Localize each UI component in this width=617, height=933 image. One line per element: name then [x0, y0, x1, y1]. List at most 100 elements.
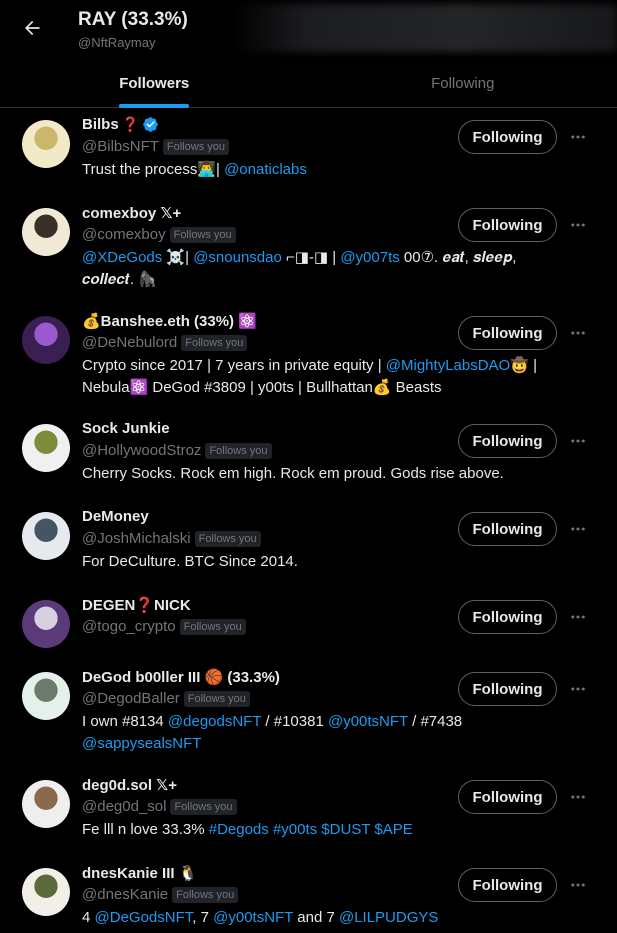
user-row[interactable]: deg0d.sol 𝕏+ @deg0d_sol Follows you Fe lll … [0, 776, 617, 866]
user-name-text: deg0d.sol 𝕏+ [82, 777, 178, 794]
tab-followers[interactable]: Followers [0, 58, 309, 108]
user-name-text: dnesKanie III 🐧 [82, 865, 198, 882]
avatar[interactable] [22, 672, 70, 720]
avatar[interactable] [22, 208, 70, 256]
more-options-icon[interactable] [568, 679, 588, 699]
tab-bar: Followers Following [0, 58, 617, 108]
avatar[interactable] [22, 780, 70, 828]
following-button[interactable]: Following [458, 868, 557, 902]
following-button[interactable]: Following [458, 512, 557, 546]
avatar[interactable] [22, 512, 70, 560]
bio-text: For DeCulture. BTC Since 2014. [82, 553, 298, 570]
user-handle-line: @togo_crypto Follows you [82, 618, 246, 635]
bio-link[interactable]: @degodsNFT [168, 713, 261, 730]
user-handle[interactable]: @deg0d_sol [82, 798, 166, 815]
user-row[interactable]: DeGod b00ller III 🏀 (33.3%) @DegodBaller F… [0, 668, 617, 758]
user-handle-line: @deg0d_sol Follows you [82, 798, 237, 815]
user-name[interactable]: DeMoney [82, 508, 149, 525]
user-bio: 4 @DeGodsNFT, 7 @y00tsNFT and 7 @LILPUDG… [82, 907, 552, 929]
user-handle-line: @HollywoodStroz Follows you [82, 442, 272, 459]
profile-title: RAY (33.3%) [78, 9, 188, 30]
user-row[interactable]: comexboy 𝕏+ @comexboy Follows you @XDeGods … [0, 204, 617, 294]
bio-link[interactable]: #Degods [209, 821, 269, 838]
follows-you-badge: Follows you [183, 690, 250, 707]
user-name-text: DeMoney [82, 508, 149, 525]
bio-link[interactable]: @sappysealsNFT [82, 735, 201, 752]
following-button[interactable]: Following [458, 208, 557, 242]
avatar[interactable] [22, 316, 70, 364]
bio-text: ☠️| [162, 249, 194, 266]
user-handle[interactable]: @BilbsNFT [82, 138, 159, 155]
bio-text: and 7 [293, 909, 339, 926]
avatar[interactable] [22, 868, 70, 916]
more-options-icon[interactable] [568, 875, 588, 895]
bio-text: Trust the process👨‍💻| [82, 161, 225, 178]
bio-link[interactable]: $DUST [321, 821, 370, 838]
more-options-icon[interactable] [568, 787, 588, 807]
bio-text: Cherry Socks. Rock em high. Rock em prou… [82, 465, 504, 482]
user-bio: I own #8134 @degodsNFT / #10381 @y00tsNF… [82, 711, 552, 755]
user-handle[interactable]: @togo_crypto [82, 618, 176, 635]
bio-text: 4 [82, 909, 95, 926]
follows-you-badge: Follows you [194, 530, 261, 547]
more-options-icon[interactable] [568, 431, 588, 451]
more-options-icon[interactable] [568, 519, 588, 539]
user-name[interactable]: comexboy 𝕏+ [82, 204, 181, 222]
user-name[interactable]: dnesKanie III 🐧 [82, 864, 197, 882]
bio-link[interactable]: #y00ts [273, 821, 317, 838]
user-row[interactable]: 💰Banshee.eth (33%) ⚛️ @DeNebulord Follows … [0, 312, 617, 402]
user-name[interactable]: DeGod b00ller III 🏀 (33.3%) [82, 668, 280, 686]
user-row[interactable]: dnesKanie III 🐧 @dnesKanie Follows you 4 @D… [0, 864, 617, 933]
avatar[interactable] [22, 424, 70, 472]
user-row[interactable]: Bilbs ❓ @BilbsNFT Follows you Trust the proc… [0, 116, 617, 206]
bio-link[interactable]: @MightyLabsDAO [386, 357, 510, 374]
user-name-text: DeGod b00ller III 🏀 (33.3%) [82, 669, 280, 686]
name-suffix: ❓ [121, 116, 140, 132]
following-button[interactable]: Following [458, 316, 557, 350]
bio-link[interactable]: @DeGodsNFT [95, 909, 193, 926]
bio-link[interactable]: @LILPUDGYS [339, 909, 438, 926]
bio-text: , 7 [192, 909, 214, 926]
following-button[interactable]: Following [458, 120, 557, 154]
user-handle[interactable]: @dnesKanie [82, 886, 168, 903]
avatar[interactable] [22, 120, 70, 168]
user-handle[interactable]: @comexboy [82, 226, 166, 243]
tab-following[interactable]: Following [309, 58, 617, 108]
bio-link[interactable]: @snounsdao [193, 249, 282, 266]
user-name[interactable]: DEGEN❓NICK [82, 596, 191, 614]
user-row[interactable]: Sock Junkie @HollywoodStroz Follows you Che… [0, 420, 617, 510]
profile-handle: @NftRaymay [78, 35, 156, 50]
following-button[interactable]: Following [458, 672, 557, 706]
bio-link[interactable]: $APE [374, 821, 412, 838]
follows-you-badge: Follows you [205, 442, 272, 459]
bio-text: ⌐◨-◨ | [281, 249, 341, 266]
bio-link[interactable]: @y00tsNFT [213, 909, 293, 926]
avatar[interactable] [22, 600, 70, 648]
user-row[interactable]: DeMoney @JoshMichalski Follows you For DeCu… [0, 508, 617, 598]
follows-you-badge: Follows you [162, 138, 229, 155]
following-button[interactable]: Following [458, 780, 557, 814]
following-button[interactable]: Following [458, 600, 557, 634]
user-handle[interactable]: @JoshMichalski [82, 530, 191, 547]
bio-link[interactable]: @y00tsNFT [328, 713, 408, 730]
following-button[interactable]: Following [458, 424, 557, 458]
user-handle[interactable]: @DeNebulord [82, 334, 177, 351]
more-options-icon[interactable] [568, 607, 588, 627]
profile-header: RAY (33.3%) @NftRaymay Followers Followi… [0, 0, 617, 108]
back-arrow-icon[interactable] [18, 14, 46, 42]
bio-link[interactable]: @XDeGods [82, 249, 162, 266]
user-name-text: 💰Banshee.eth (33%) ⚛️ [82, 313, 257, 330]
more-options-icon[interactable] [568, 323, 588, 343]
more-options-icon[interactable] [568, 215, 588, 235]
more-options-icon[interactable] [568, 127, 588, 147]
user-name[interactable]: Bilbs ❓ [82, 116, 159, 133]
user-name[interactable]: deg0d.sol 𝕏+ [82, 776, 177, 794]
bio-link[interactable]: @onaticlabs [224, 161, 307, 178]
bio-text: / #10381 [261, 713, 328, 730]
follows-you-badge: Follows you [170, 798, 237, 815]
user-name[interactable]: Sock Junkie [82, 420, 170, 437]
bio-link[interactable]: @y007ts [340, 249, 399, 266]
user-name[interactable]: 💰Banshee.eth (33%) ⚛️ [82, 312, 257, 330]
user-handle[interactable]: @DegodBaller [82, 690, 180, 707]
user-handle[interactable]: @HollywoodStroz [82, 442, 201, 459]
